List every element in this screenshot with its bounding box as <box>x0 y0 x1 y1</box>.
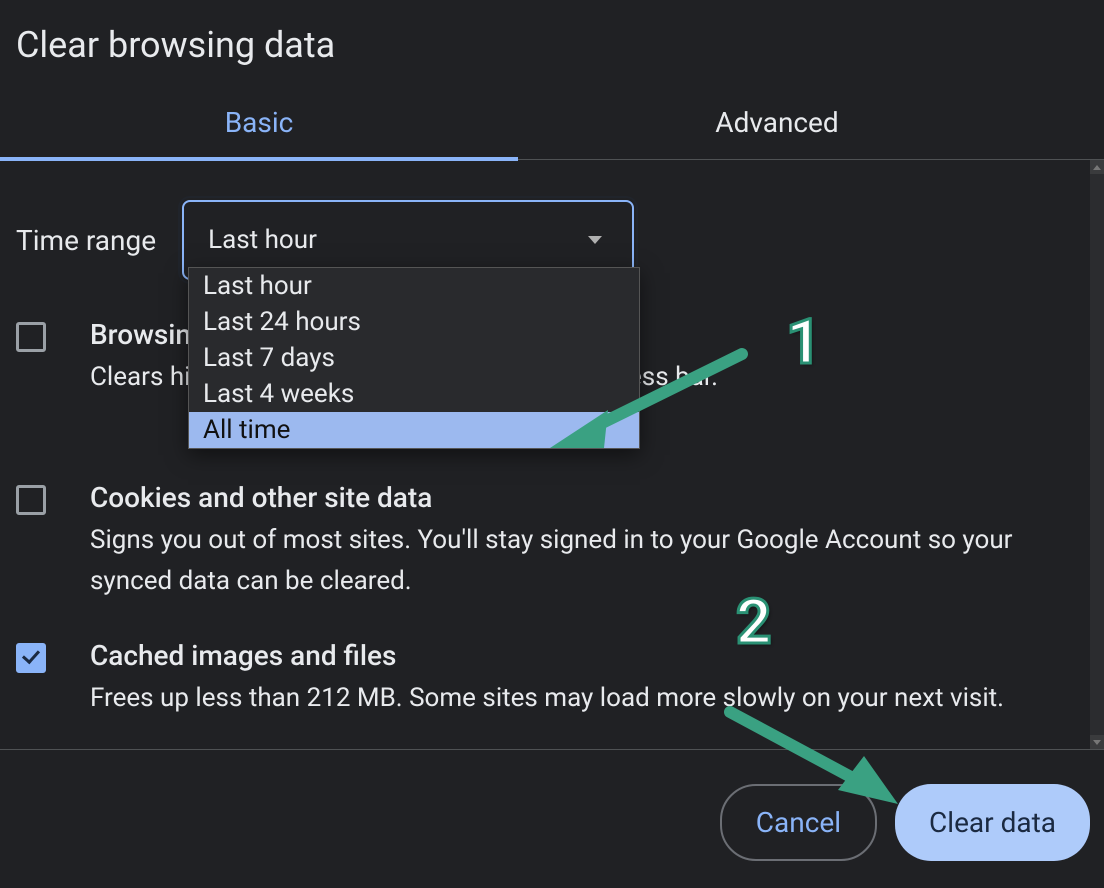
scroll-up-icon[interactable] <box>1090 160 1104 174</box>
dialog-content: Time range Last hour Last hour Last 24 h… <box>0 160 1104 750</box>
cache-title: Cached images and files <box>90 639 1058 672</box>
clear-data-button[interactable]: Clear data <box>895 784 1090 861</box>
option-last-4-weeks[interactable]: Last 4 weeks <box>189 376 639 412</box>
time-range-selected-value: Last hour <box>208 225 317 255</box>
dialog-title: Clear browsing data <box>0 0 1104 66</box>
option-last-24-hours[interactable]: Last 24 hours <box>189 304 639 340</box>
option-last-7-days[interactable]: Last 7 days <box>189 340 639 376</box>
clear-browsing-data-dialog: Clear browsing data Basic Advanced Time … <box>0 0 1104 888</box>
browsing-history-checkbox[interactable] <box>16 322 46 352</box>
tab-basic[interactable]: Basic <box>0 90 518 161</box>
check-icon <box>22 646 40 665</box>
cookies-desc: Signs you out of most sites. You'll stay… <box>90 520 1058 601</box>
tab-advanced[interactable]: Advanced <box>518 90 1036 159</box>
time-range-dropdown: Last hour Last 24 hours Last 7 days Last… <box>188 267 640 449</box>
cache-item: Cached images and files Frees up less th… <box>16 601 1088 718</box>
cookies-checkbox[interactable] <box>16 485 46 515</box>
cache-desc: Frees up less than 212 MB. Some sites ma… <box>90 678 1058 718</box>
cookies-title: Cookies and other site data <box>90 481 1058 514</box>
cancel-button[interactable]: Cancel <box>720 784 877 861</box>
option-last-hour[interactable]: Last hour <box>189 268 639 304</box>
tab-bar: Basic Advanced <box>0 90 1104 160</box>
dialog-footer: Cancel Clear data <box>0 750 1104 861</box>
cache-checkbox[interactable] <box>16 643 46 673</box>
content-scrollbar[interactable] <box>1090 160 1104 749</box>
caret-down-icon <box>588 236 602 244</box>
time-range-label: Time range <box>16 224 156 257</box>
scroll-down-icon[interactable] <box>1090 735 1104 749</box>
option-all-time[interactable]: All time <box>189 412 639 448</box>
